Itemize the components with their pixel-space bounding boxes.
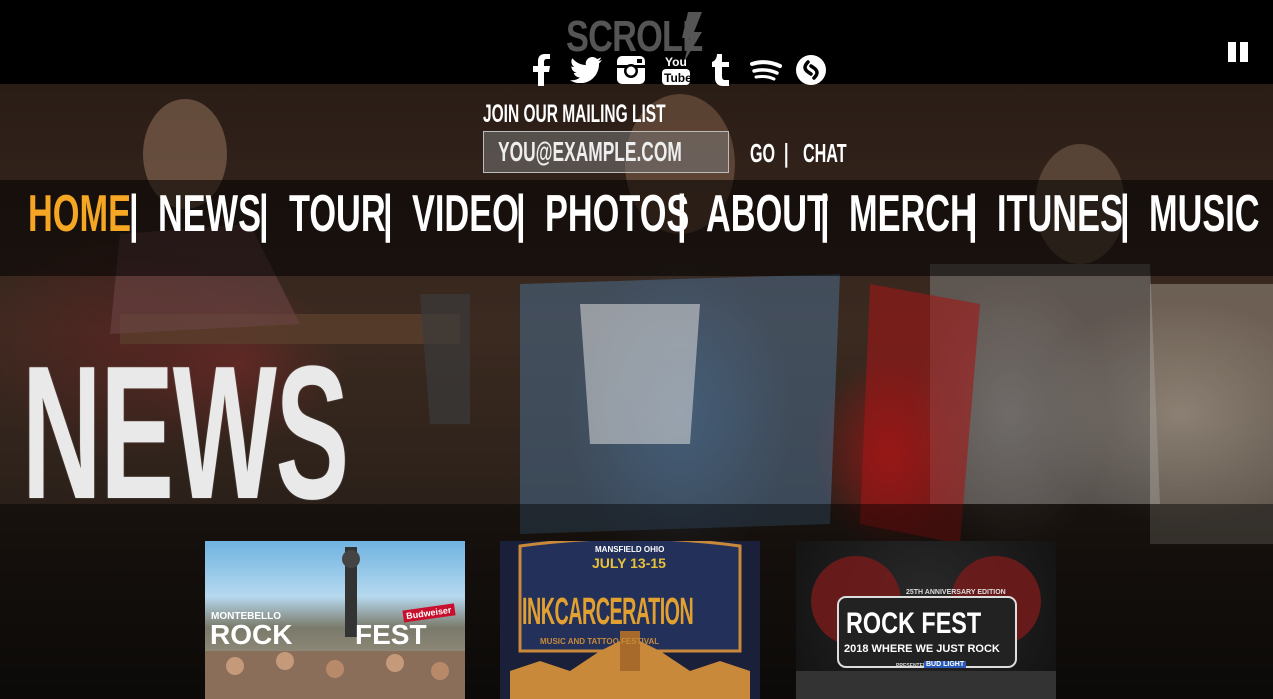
- card-1-line2: ROCK: [210, 619, 293, 650]
- nav-photos[interactable]: PHOTOS: [545, 184, 689, 244]
- page-title: NEWS: [22, 327, 349, 539]
- nav-separator: |: [820, 185, 830, 243]
- nav-video[interactable]: VIDEO: [412, 184, 519, 244]
- card-3-line3: 2018 WHERE WE JUST ROCK: [844, 643, 1000, 655]
- svg-text:You: You: [665, 55, 687, 69]
- tumblr-icon[interactable]: [698, 52, 743, 88]
- email-input[interactable]: [483, 131, 729, 173]
- nav-separator: |: [259, 185, 269, 243]
- nav-news[interactable]: NEWS: [158, 184, 261, 244]
- nav-itunes[interactable]: ITUNES: [997, 184, 1123, 244]
- news-card-rockfest-2018[interactable]: 25TH ANNIVERSARY EDITION ROCK FEST 2018 …: [796, 541, 1056, 699]
- chat-button[interactable]: CHAT: [803, 138, 847, 169]
- nav-separator: |: [516, 185, 526, 243]
- nav-separator: |: [968, 185, 978, 243]
- news-card-inkcarceration[interactable]: MANSFIELD OHIO JULY 13-15 INKCARCERATION…: [500, 541, 760, 699]
- card-2-line2: JULY 13-15: [592, 555, 666, 571]
- nav-music[interactable]: MUSIC: [1149, 184, 1260, 244]
- shazam-icon[interactable]: [788, 52, 833, 88]
- nav-home[interactable]: HOME: [28, 184, 131, 244]
- nav-tour[interactable]: TOUR: [289, 184, 386, 244]
- nav-separator: |: [677, 185, 687, 243]
- news-card-montebello-rockfest[interactable]: MONTEBELLO Budweiser ROCK FEST: [205, 541, 465, 699]
- card-3-line2: ROCK FEST: [846, 607, 982, 640]
- nav-separator: |: [1120, 185, 1130, 243]
- mailing-separator: |: [784, 138, 789, 168]
- youtube-icon[interactable]: You Tube: [653, 52, 698, 88]
- card-2-line3: INKCARCERATION: [522, 591, 694, 633]
- facebook-icon[interactable]: [518, 52, 563, 88]
- spotify-icon[interactable]: [743, 52, 788, 88]
- instagram-icon[interactable]: [608, 52, 653, 88]
- go-button[interactable]: GO: [750, 138, 775, 169]
- card-2-line4: MUSIC AND TATTOO FESTIVAL: [540, 637, 660, 646]
- pause-slideshow-button[interactable]: [1226, 42, 1252, 64]
- svg-text:Tube: Tube: [664, 71, 690, 85]
- nav-separator: |: [129, 185, 139, 243]
- twitter-icon[interactable]: [563, 52, 608, 88]
- mailing-list-label: JOIN OUR MAILING LIST: [483, 100, 666, 128]
- social-links: You Tube: [518, 52, 833, 88]
- card-1-line3: FEST: [355, 619, 427, 650]
- card-2-line1: MANSFIELD OHIO: [595, 545, 665, 554]
- nav-about[interactable]: ABOUT: [706, 184, 828, 244]
- card-3-badge: BUD LIGHT: [924, 661, 967, 668]
- nav-merch[interactable]: MERCH: [849, 184, 975, 244]
- nav-separator: |: [383, 185, 393, 243]
- card-3-line1: 25TH ANNIVERSARY EDITION: [906, 589, 1006, 596]
